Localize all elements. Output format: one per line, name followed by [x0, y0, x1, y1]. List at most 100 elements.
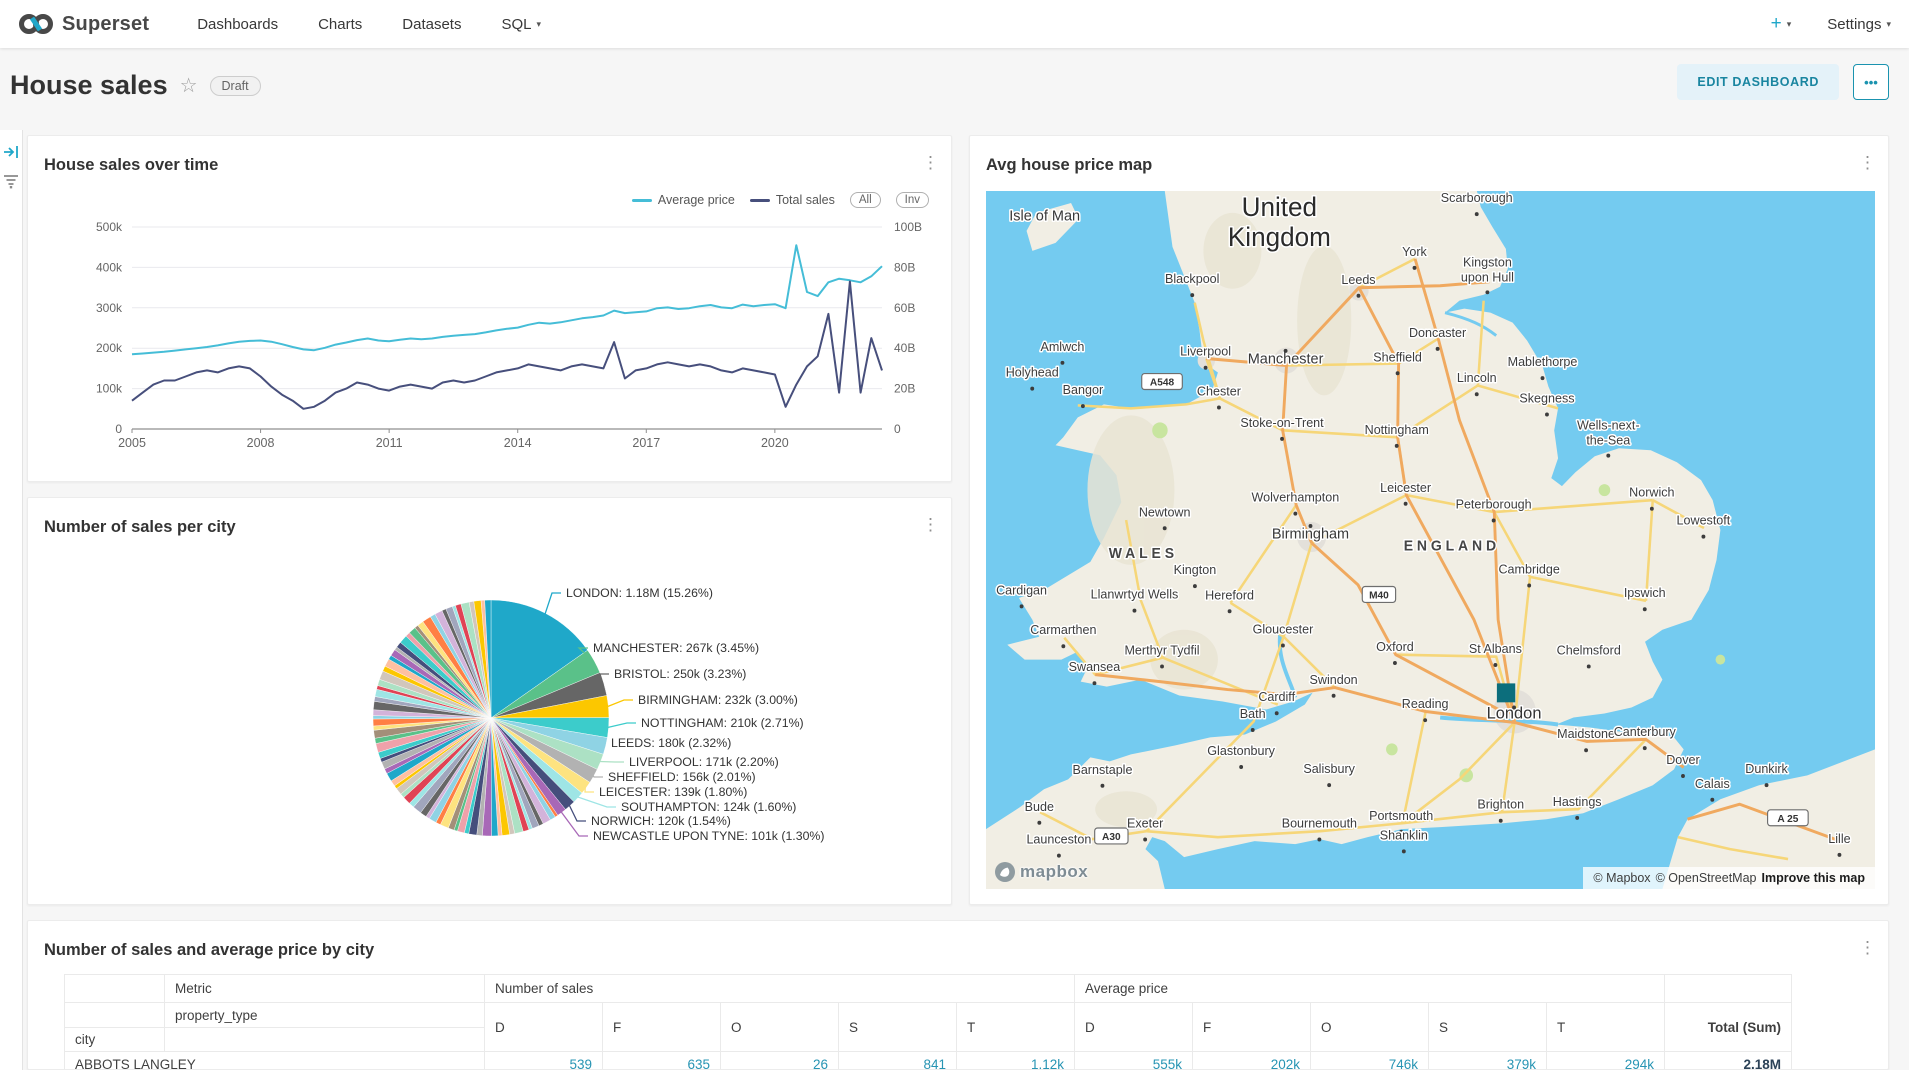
map-place-label: Merthyr Tydfil: [1124, 642, 1199, 657]
map-place-label: Llanwrtyd Wells: [1091, 586, 1179, 601]
svg-text:2014: 2014: [504, 436, 532, 450]
map-city-dot: [1217, 405, 1221, 409]
map-city-dot: [1643, 607, 1647, 611]
nav-item-sql[interactable]: SQL ▾: [501, 16, 541, 33]
map-city-dot: [1081, 404, 1085, 408]
map-city-dot: [1204, 366, 1208, 370]
pivot-table: MetricNumber of salesAverage priceproper…: [64, 974, 1792, 1070]
map-place-label: Hastings: [1553, 794, 1602, 809]
map-place-label: St Albans: [1469, 641, 1522, 656]
map-city-dot: [1575, 816, 1579, 820]
pivot-cell: 26: [721, 1052, 839, 1070]
map-city-dot: [1280, 437, 1284, 441]
pie-chart[interactable]: LONDON: 1.18M (15.26%)MANCHESTER: 267k (…: [44, 560, 937, 890]
chevron-down-icon: ▾: [1787, 20, 1792, 29]
map-city-dot: [1228, 609, 1232, 613]
map-place-label: Maidstone: [1557, 726, 1615, 741]
superset-logo[interactable]: Superset: [18, 12, 149, 36]
map-place-label: Holyhead: [1006, 364, 1059, 379]
map-city-dot: [1133, 609, 1137, 613]
map-city-dot: [1293, 512, 1297, 516]
more-options-button[interactable]: •••: [1853, 64, 1889, 100]
map-city-dot: [1681, 774, 1685, 778]
pivot-city-header: city: [65, 1028, 165, 1052]
map-city-dot: [1309, 524, 1313, 528]
map-city-dot: [1545, 412, 1549, 416]
pie-slice-label: SHEFFIELD: 156k (2.01%): [608, 770, 756, 784]
nav-item-charts[interactable]: Charts: [318, 16, 362, 33]
chart-card-pivot-table: Number of sales and average price by cit…: [27, 920, 1889, 1070]
favorite-star-icon[interactable]: ☆: [180, 73, 198, 98]
chart-legend: Average price Total sales All Inv: [632, 192, 929, 208]
map-place-label: Reading: [1402, 696, 1449, 711]
page-title: House sales: [10, 70, 168, 101]
mapbox-attribution[interactable]: © Mapbox: [1593, 871, 1650, 885]
map-place-label: Cardigan: [996, 582, 1047, 597]
map-place-label: Calais: [1695, 776, 1730, 791]
pivot-col-header: F: [603, 1003, 721, 1052]
map-place-label: Hereford: [1205, 587, 1254, 602]
legend-pill-all[interactable]: All: [850, 192, 881, 208]
map-place-label: Leicester: [1380, 480, 1432, 495]
pie-label-leader: [607, 700, 633, 707]
edit-dashboard-button[interactable]: EDIT DASHBOARD: [1677, 64, 1839, 100]
legend-pill-inv[interactable]: Inv: [896, 192, 929, 208]
kebab-menu-icon[interactable]: ⋮: [922, 154, 939, 171]
improve-map-link[interactable]: Improve this map: [1762, 871, 1866, 885]
map-city-dot: [1275, 711, 1279, 715]
chart-title: Avg house price map: [986, 156, 1152, 175]
map-canvas: UnitedKingdomIsle of ManScarboroughYorkL…: [986, 191, 1875, 889]
svg-text:60B: 60B: [894, 301, 915, 315]
road-badge-label: A548: [1150, 377, 1174, 388]
nav-item-dashboards[interactable]: Dashboards: [197, 16, 278, 33]
chart-card-avg-house-price-map: Avg house price map ⋮: [969, 135, 1889, 905]
chart-title: Number of sales per city: [44, 518, 236, 537]
filter-icon[interactable]: [3, 174, 19, 189]
svg-text:80B: 80B: [894, 260, 915, 274]
osm-attribution[interactable]: © OpenStreetMap: [1656, 871, 1757, 885]
map-city-dot: [1061, 644, 1065, 648]
map-place-label: Salisbury: [1303, 761, 1355, 776]
expand-filter-bar-icon[interactable]: [3, 144, 20, 160]
pivot-cell: 841: [839, 1052, 957, 1070]
map-place-label: Blackpool: [1165, 271, 1219, 286]
pie-slice-label: NEWCASTLE UPON TYNE: 101k (1.30%): [593, 829, 824, 843]
map-place-label: ENGLAND: [1404, 538, 1500, 554]
mapbox-logo[interactable]: mapbox: [994, 861, 1088, 883]
svg-text:400k: 400k: [96, 260, 123, 274]
time-series-chart[interactable]: 00100k20B200k40B300k60B400k80B500k100B20…: [44, 211, 937, 461]
pie-slice-label: BIRMINGHAM: 232k (3.00%): [638, 693, 798, 707]
legend-swatch: [632, 199, 652, 202]
map-place-label: Ipswich: [1624, 585, 1666, 600]
kebab-menu-icon[interactable]: ⋮: [922, 516, 939, 533]
mapbox-icon: [994, 861, 1016, 883]
map-place-label: Lille: [1828, 831, 1850, 846]
pivot-col-header: S: [1429, 1003, 1547, 1052]
pivot-cell: 746k: [1311, 1052, 1429, 1070]
map-city-dot: [1057, 854, 1061, 858]
new-item-button[interactable]: + ▾: [1771, 13, 1792, 35]
map-city-dot: [1541, 376, 1545, 380]
map-place-label: Leeds: [1341, 272, 1375, 287]
kebab-menu-icon[interactable]: ⋮: [1859, 154, 1876, 171]
map-place-label: Barnstaple: [1072, 762, 1132, 777]
map-city-dot: [1193, 584, 1197, 588]
map-data-marker[interactable]: [1497, 683, 1515, 702]
map-city-dot: [1239, 765, 1243, 769]
legend-item[interactable]: Total sales: [750, 193, 835, 207]
legend-item[interactable]: Average price: [632, 193, 735, 207]
pivot-cell: 379k: [1429, 1052, 1547, 1070]
map-city-dot: [1650, 507, 1654, 511]
legend-swatch: [750, 199, 770, 202]
map-city-dot: [1163, 526, 1167, 530]
map-city-dot: [1584, 748, 1588, 752]
mapbox-map[interactable]: UnitedKingdomIsle of ManScarboroughYorkL…: [986, 191, 1875, 889]
map-city-dot: [1527, 583, 1531, 587]
map-place-label: Liverpool: [1180, 344, 1231, 359]
map-place-label: Birmingham: [1272, 526, 1349, 542]
chevron-down-icon: ▾: [1886, 20, 1891, 29]
map-city-dot: [1251, 728, 1255, 732]
kebab-menu-icon[interactable]: ⋮: [1859, 939, 1876, 956]
settings-menu[interactable]: Settings ▾: [1827, 16, 1891, 33]
nav-item-datasets[interactable]: Datasets: [402, 16, 461, 33]
